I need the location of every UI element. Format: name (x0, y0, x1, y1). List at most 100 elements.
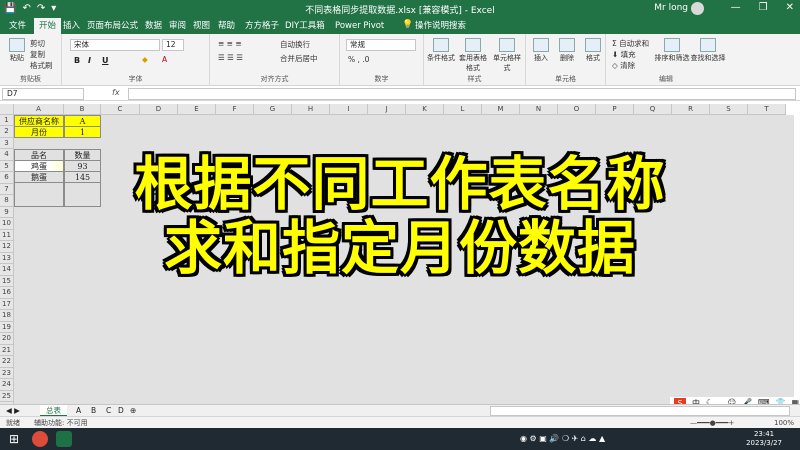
paste-button[interactable]: 粘贴 (2, 38, 32, 63)
title-bar: 💾 ↶ ↷ ▾ 不同表格同步提取数据.xlsx [兼容模式] - Excel M… (0, 0, 800, 18)
format-cells-button[interactable]: 格式 (578, 38, 608, 63)
tab-data[interactable]: 数据 (140, 18, 167, 34)
font-color-icon[interactable]: A (162, 55, 167, 64)
sort-filter-button[interactable]: 排序和筛选 (654, 38, 690, 63)
underline-button[interactable]: U (102, 56, 109, 65)
column-header[interactable]: I (330, 104, 368, 115)
styles-group: 条件格式 套用表格格式 单元格样式 样式 (424, 34, 526, 86)
merge-center-button[interactable]: 合并后居中 (280, 53, 318, 64)
chrome-icon[interactable] (32, 431, 48, 447)
column-header[interactable]: N (520, 104, 558, 115)
conditional-format-button[interactable]: 条件格式 (426, 38, 456, 63)
number-format-select[interactable]: 常规 (346, 39, 416, 51)
tab-file[interactable]: 文件 (4, 18, 31, 34)
formula-bar: D7 fx (0, 87, 800, 101)
font-name-select[interactable]: 宋体 (70, 39, 160, 51)
cell-styles-button[interactable]: 单元格样式 (492, 38, 522, 73)
close-icon[interactable]: ✕ (786, 2, 794, 13)
row-header[interactable]: 23 (0, 367, 14, 380)
format-painter-button[interactable]: 格式刷 (30, 60, 53, 71)
row-header[interactable]: 2 (0, 126, 14, 138)
paste-icon (9, 38, 25, 52)
column-header[interactable]: L (444, 104, 482, 115)
fill-button[interactable]: ⬇ 填充 (612, 49, 636, 60)
select-all-corner[interactable] (0, 104, 14, 115)
column-header[interactable]: B (64, 104, 101, 115)
format-as-table-button[interactable]: 套用表格格式 (458, 38, 488, 73)
align-top-icon[interactable]: ≡ ≡ ≡ (218, 39, 242, 48)
tab-help[interactable]: 帮助 (213, 18, 240, 34)
restore-icon[interactable]: ❐ (759, 2, 768, 13)
excel-taskbar-icon[interactable] (56, 431, 72, 447)
tab-diy-toolbox[interactable]: DIY工具箱 (280, 18, 330, 34)
cell-b2[interactable]: 1 (64, 126, 101, 138)
clear-button[interactable]: ◇ 清除 (612, 60, 635, 71)
fill-color-icon[interactable]: ◆ (142, 55, 148, 64)
row-header[interactable]: 3 (0, 137, 14, 150)
italic-button[interactable]: I (88, 56, 91, 65)
alignment-label: 对齐方式 (260, 75, 289, 83)
column-header[interactable]: M (482, 104, 520, 115)
caption-overlay: 根据不同工作表名称 求和指定月份数据 (0, 152, 800, 280)
formula-input[interactable] (128, 88, 796, 100)
minimize-icon[interactable]: — (731, 2, 741, 13)
tab-insert[interactable]: 插入 (58, 18, 85, 34)
align-left-icon[interactable]: ☰ ☰ ☰ (218, 53, 243, 62)
tab-power-pivot[interactable]: Power Pivot (330, 18, 389, 34)
bold-button[interactable]: B (74, 56, 80, 65)
sheet-tab-bar: ◀ ▶ 总表 A B C D ⊕ (0, 404, 800, 417)
column-header[interactable]: K (406, 104, 444, 115)
delete-icon (559, 38, 575, 52)
user-name[interactable]: Mr long (654, 3, 688, 13)
tell-me-search[interactable]: 操作说明搜索 (410, 18, 471, 34)
wrap-text-button[interactable]: 自动换行 (280, 39, 310, 50)
column-header[interactable]: T (748, 104, 786, 115)
row-header[interactable]: 16 (0, 287, 14, 299)
row-header[interactable]: 20 (0, 333, 14, 345)
column-header[interactable]: C (101, 104, 140, 115)
tab-home[interactable]: 开始 (34, 18, 62, 34)
column-header[interactable]: G (254, 104, 292, 115)
status-bar: 就绪 辅助功能: 不可用 —━━━●━━━+ 100% (0, 416, 800, 428)
tab-formulas[interactable]: 公式 (116, 18, 143, 34)
row-header[interactable]: 19 (0, 321, 14, 334)
column-header[interactable]: Q (634, 104, 672, 115)
row-header[interactable]: 18 (0, 310, 14, 322)
column-header[interactable]: O (558, 104, 596, 115)
font-size-select[interactable]: 12 (162, 39, 184, 51)
windows-start-icon[interactable]: ⊞ (6, 431, 22, 447)
horizontal-scrollbar[interactable] (490, 406, 790, 416)
cut-button[interactable]: 剪切 (30, 38, 45, 49)
column-header[interactable]: J (368, 104, 406, 115)
name-box[interactable]: D7 (2, 88, 84, 100)
taskbar-clock[interactable]: 23:41 2023/3/27 (746, 430, 782, 448)
row-header[interactable]: 24 (0, 379, 14, 391)
search-icon (700, 38, 716, 52)
row-header[interactable]: 25 (0, 390, 14, 402)
row-header[interactable]: 1 (0, 115, 14, 127)
row-header[interactable]: 21 (0, 344, 14, 357)
tab-view[interactable]: 视图 (188, 18, 215, 34)
column-header[interactable]: E (178, 104, 216, 115)
autosum-button[interactable]: Σ 自动求和 (612, 38, 649, 49)
clock-time: 23:41 (753, 430, 775, 438)
find-select-button[interactable]: 查找和选择 (690, 38, 726, 63)
column-header[interactable]: S (710, 104, 748, 115)
column-header[interactable]: R (672, 104, 710, 115)
copy-button[interactable]: 复制 (30, 49, 45, 60)
column-header[interactable]: H (292, 104, 330, 115)
cell-a2[interactable]: 月份 (14, 126, 64, 138)
row-header[interactable]: 17 (0, 298, 14, 311)
currency-icon[interactable]: % , .0 (348, 55, 369, 64)
sort-icon (664, 38, 680, 52)
column-header[interactable]: A (14, 104, 64, 115)
fx-icon[interactable]: fx (112, 88, 120, 97)
column-header[interactable]: D (140, 104, 178, 115)
tab-review[interactable]: 审阅 (164, 18, 191, 34)
system-tray-icons[interactable]: ◉ ⚙ ▣ 🔊 ❍ ✈ ⌂ ☁ ▲ (520, 431, 680, 447)
tab-fangfang[interactable]: 方方格子 (240, 18, 284, 34)
column-header[interactable]: P (596, 104, 634, 115)
column-header[interactable]: F (216, 104, 254, 115)
row-header[interactable]: 22 (0, 356, 14, 368)
avatar[interactable] (691, 2, 704, 15)
